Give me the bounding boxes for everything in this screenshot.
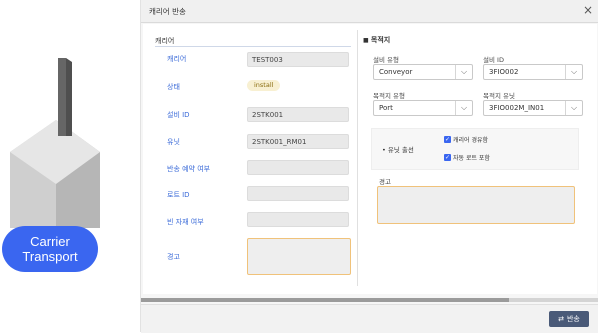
horizontal-scrollbar[interactable] — [141, 298, 598, 302]
equip-id-field: 2STK001 — [247, 107, 349, 122]
equip-type-select[interactable]: Conveyor ⌵ — [373, 64, 473, 80]
checkbox-checked-icon: ✓ — [444, 136, 451, 143]
unit-field: 2STK001_RM01 — [247, 134, 349, 149]
check-carrier-via[interactable]: ✓ 캐리어 경유함 — [444, 135, 488, 144]
scrollbar-thumb[interactable] — [141, 298, 509, 302]
warning-textarea[interactable] — [247, 238, 351, 275]
unit-option-box: • 유닛 출선 ✓ 캐리어 경유함 ✓ 자동 로트 포함 — [371, 128, 579, 170]
equip-type-label: 설비 유형 — [373, 56, 399, 64]
field-label-empty: 빈 자재 여부 — [167, 218, 204, 226]
close-icon[interactable]: × — [583, 3, 593, 17]
dest-warning-textarea[interactable] — [377, 186, 575, 224]
dest-type-label: 목적지 유형 — [373, 92, 405, 100]
dest-title-text: 목적지 — [370, 36, 391, 44]
field-label-status: 상태 — [167, 83, 180, 91]
checkbox-checked-icon: ✓ — [444, 154, 451, 161]
dialog-titlebar: 캐리어 반송 × — [141, 0, 598, 23]
dest-equip-id-select[interactable]: 3FIO002 ⌵ — [483, 64, 583, 80]
dest-type-value: Port — [379, 104, 393, 112]
carrier-id-field: TEST003 — [247, 52, 349, 67]
dest-unit-select[interactable]: 3FIO002M_IN01 ⌵ — [483, 100, 583, 116]
dest-equip-id-label: 설비 ID — [483, 56, 504, 64]
field-label-lot-id: 로트 ID — [167, 191, 190, 199]
field-label-warning: 경고 — [167, 253, 180, 261]
badge-line-2: Transport — [22, 249, 78, 264]
badge-line-1: Carrier — [30, 234, 70, 249]
transfer-button-label: 반송 — [566, 315, 580, 323]
section-divider — [357, 30, 358, 286]
chevron-down-icon: ⌵ — [565, 65, 582, 79]
dialog-body: 캐리어 캐리어 TEST003 상태 install 설비 ID 2STK001… — [143, 24, 597, 294]
chevron-down-icon: ⌵ — [565, 101, 582, 115]
transfer-icon: ⇄ — [558, 315, 564, 323]
dialog-title: 캐리어 반송 — [149, 7, 186, 16]
dest-warning-label: 경고 — [379, 178, 391, 186]
dest-section-title: ■ 목적지 — [363, 35, 390, 45]
dest-type-select[interactable]: Port ⌵ — [373, 100, 473, 116]
check-auto-lot-label: 자동 로트 포함 — [453, 155, 490, 162]
status-badge: install — [247, 80, 281, 91]
check-carrier-via-label: 캐리어 경유함 — [453, 137, 489, 144]
field-label-unit: 유닛 — [167, 138, 180, 146]
section-bullet-icon: ■ — [363, 37, 369, 44]
dest-unit-value: 3FIO002M_IN01 — [489, 104, 545, 112]
carrier-transfer-dialog: 캐리어 반송 × 캐리어 캐리어 TEST003 상태 install 설비 I… — [140, 0, 598, 333]
field-label-equip-id: 설비 ID — [167, 111, 190, 119]
carrier-cube-illustration — [10, 58, 100, 228]
check-auto-lot[interactable]: ✓ 자동 로트 포함 — [444, 153, 490, 162]
equip-type-value: Conveyor — [379, 68, 413, 76]
carrier-section-title: 캐리어 — [155, 37, 175, 45]
carrier-transport-badge: Carrier Transport — [2, 226, 98, 272]
field-label-reserved: 반송 예약 여부 — [167, 165, 211, 173]
dest-equip-id-value: 3FIO002 — [489, 68, 519, 76]
empty-material-field — [247, 212, 349, 227]
dest-unit-label: 목적지 유닛 — [483, 92, 515, 100]
reserved-field — [247, 160, 349, 175]
transfer-button[interactable]: ⇄ 반송 — [549, 311, 589, 327]
dialog-footer: ⇄ 반송 — [141, 304, 598, 333]
chevron-down-icon: ⌵ — [455, 101, 472, 115]
lot-id-field — [247, 186, 349, 201]
field-label-carrier: 캐리어 — [167, 55, 187, 63]
chevron-down-icon: ⌵ — [455, 65, 472, 79]
carrier-section-underline — [155, 46, 351, 47]
unit-option-label: • 유닛 출선 — [382, 146, 414, 154]
illustration-panel: Carrier Transport — [0, 0, 140, 332]
